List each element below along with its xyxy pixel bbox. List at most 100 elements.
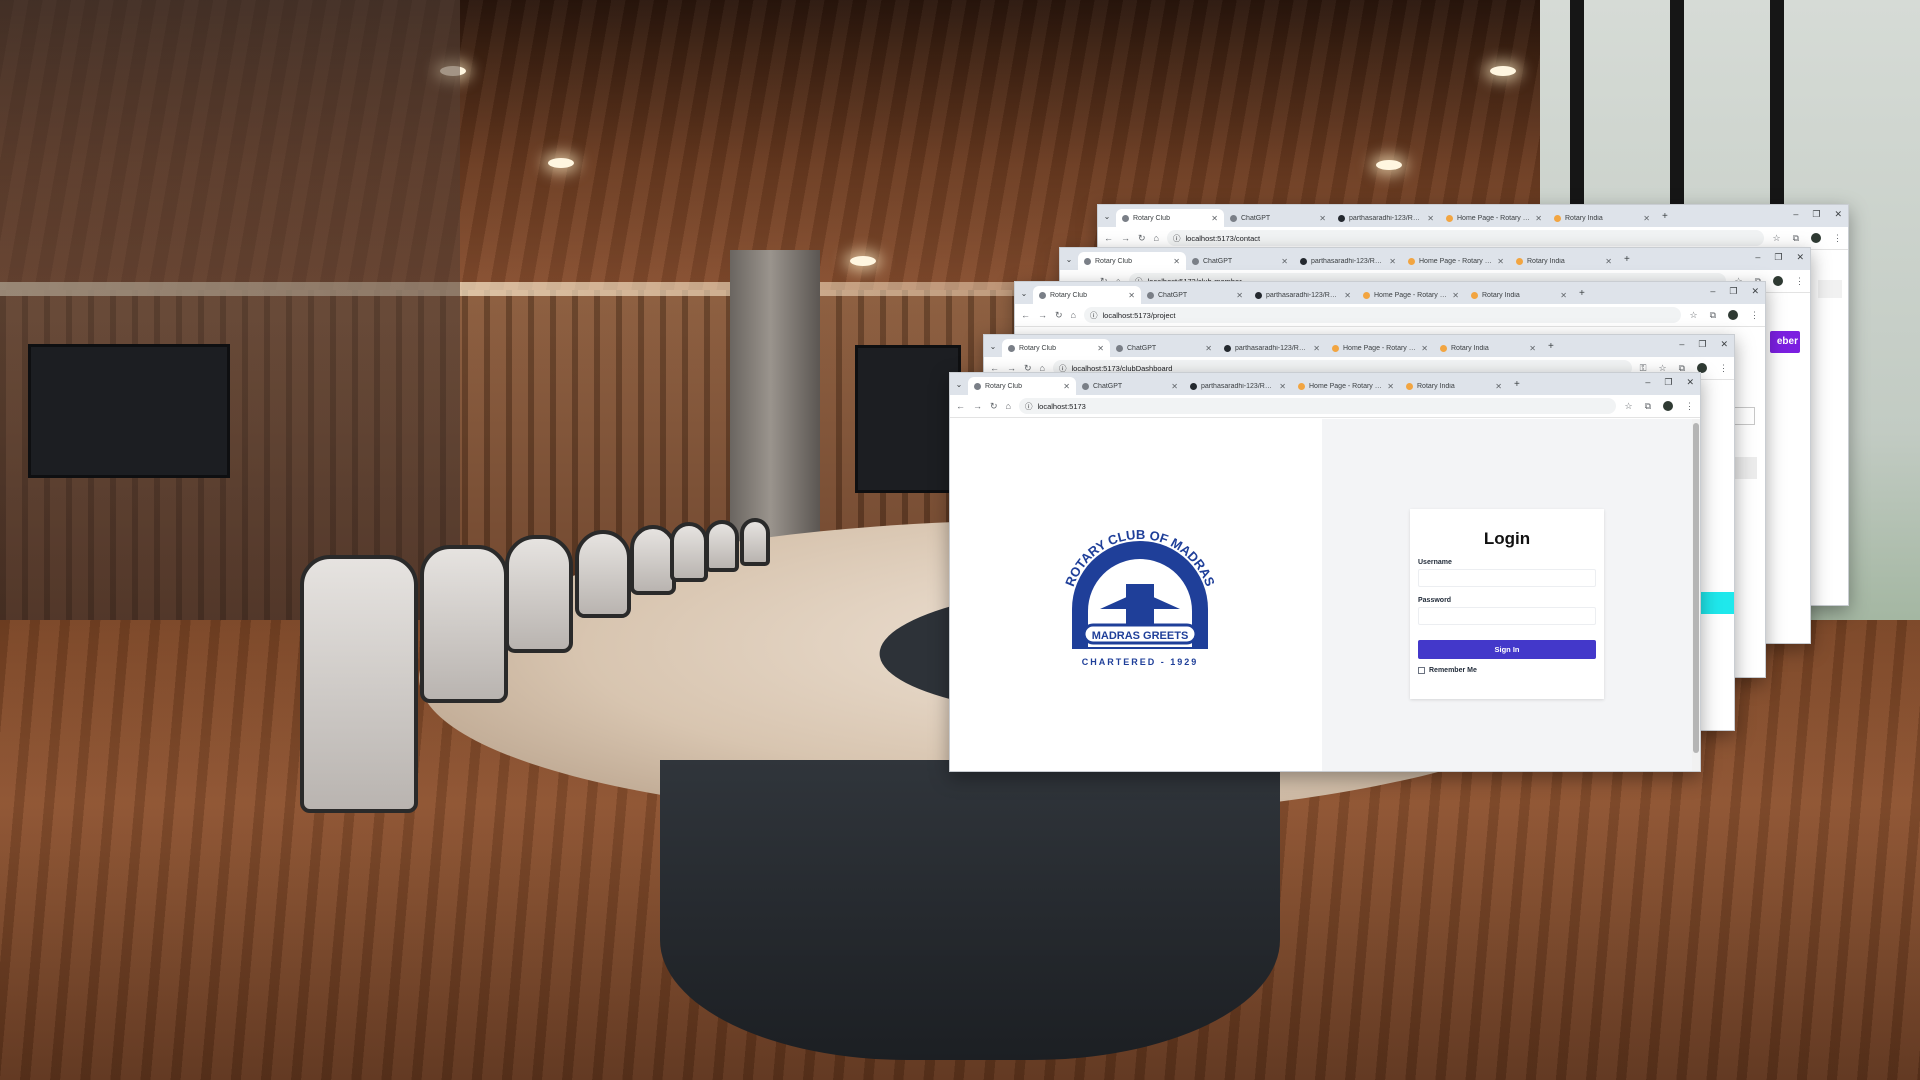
- address-bar[interactable]: ⓘ localhost:5173/project: [1083, 307, 1682, 323]
- close-icon[interactable]: ✕: [1560, 291, 1567, 300]
- kebab-icon[interactable]: ⋮: [1685, 401, 1694, 412]
- tab-github[interactable]: parthasaradhi-123/Rotary-Clu...✕: [1184, 377, 1292, 395]
- minimize-icon[interactable]: –: [1645, 377, 1650, 388]
- kebab-icon[interactable]: ⋮: [1833, 233, 1842, 244]
- tab-rotary-india[interactable]: Rotary India ✕: [1510, 252, 1618, 270]
- close-icon[interactable]: ✕: [1751, 286, 1759, 297]
- sign-in-button[interactable]: Sign In: [1418, 640, 1596, 659]
- tab-home-page[interactable]: Home Page - Rotary Club of M...✕: [1402, 252, 1510, 270]
- remember-me[interactable]: Remember Me: [1418, 667, 1604, 674]
- close-icon[interactable]: ✕: [1535, 214, 1542, 223]
- chevron-down-icon[interactable]: ⌄: [950, 380, 968, 389]
- arrow-right-icon[interactable]: →: [973, 401, 982, 411]
- chevron-down-icon[interactable]: ⌄: [1015, 289, 1033, 298]
- purple-button-fragment[interactable]: eber: [1770, 331, 1800, 353]
- puzzle-icon[interactable]: ⧉: [1793, 233, 1799, 244]
- close-icon[interactable]: ✕: [1389, 257, 1396, 266]
- minimize-icon[interactable]: –: [1679, 339, 1684, 350]
- page-scrollbar[interactable]: [1692, 419, 1700, 771]
- address-bar[interactable]: ⓘ localhost:5173/contact: [1166, 230, 1765, 246]
- tab-rotary-india[interactable]: Rotary India ✕: [1434, 339, 1542, 357]
- restore-icon[interactable]: ❐: [1774, 252, 1782, 263]
- close-icon[interactable]: ✕: [1128, 291, 1135, 300]
- home-icon[interactable]: ⌂: [1154, 233, 1159, 243]
- close-icon[interactable]: ✕: [1495, 382, 1502, 391]
- minimize-icon[interactable]: –: [1710, 286, 1715, 297]
- star-icon[interactable]: ☆: [1624, 401, 1632, 412]
- plus-icon[interactable]: +: [1573, 288, 1591, 299]
- arrow-left-icon[interactable]: ←: [1104, 233, 1113, 243]
- tab-chatgpt[interactable]: ChatGPT ✕: [1076, 377, 1184, 395]
- kebab-icon[interactable]: ⋮: [1795, 276, 1804, 287]
- arrow-left-icon[interactable]: ←: [1021, 310, 1030, 320]
- tab-home-page[interactable]: Home Page - Rotary Club of M...✕: [1440, 209, 1548, 227]
- tab-chatgpt[interactable]: ChatGPT ✕: [1224, 209, 1332, 227]
- restore-icon[interactable]: ❐: [1729, 286, 1737, 297]
- tab-chatgpt[interactable]: ChatGPT ✕: [1110, 339, 1218, 357]
- browser-window-login[interactable]: ⌄ Rotary Club ✕ ChatGPT ✕ parthasaradhi-12…: [949, 372, 1701, 772]
- close-icon[interactable]: ✕: [1452, 291, 1459, 300]
- tab-github[interactable]: parthasaradhi-123/Rotary-Clu...✕: [1218, 339, 1326, 357]
- tab-rotary-club[interactable]: Rotary Club ✕: [1033, 286, 1141, 304]
- arrow-right-icon[interactable]: →: [1121, 233, 1130, 243]
- puzzle-icon[interactable]: ⧉: [1710, 310, 1716, 321]
- plus-icon[interactable]: +: [1542, 341, 1560, 352]
- tab-rotary-club[interactable]: Rotary Club ✕: [1116, 209, 1224, 227]
- avatar[interactable]: [1728, 310, 1738, 320]
- avatar[interactable]: [1811, 233, 1821, 243]
- close-icon[interactable]: ✕: [1211, 214, 1218, 223]
- close-icon[interactable]: ✕: [1643, 214, 1650, 223]
- close-icon[interactable]: ✕: [1427, 214, 1434, 223]
- tab-github[interactable]: parthasaradhi-123/Rotary-Clu...✕: [1332, 209, 1440, 227]
- close-icon[interactable]: ✕: [1173, 257, 1180, 266]
- tab-rotary-club[interactable]: Rotary Club ✕: [968, 377, 1076, 395]
- address-bar[interactable]: ⓘ localhost:5173: [1018, 398, 1617, 414]
- tab-home-page[interactable]: Home Page - Rotary Club of M...✕: [1357, 286, 1465, 304]
- close-icon[interactable]: ✕: [1313, 344, 1320, 353]
- chevron-down-icon[interactable]: ⌄: [1060, 255, 1078, 264]
- close-icon[interactable]: ✕: [1387, 382, 1394, 391]
- avatar[interactable]: [1773, 276, 1783, 286]
- plus-icon[interactable]: +: [1618, 254, 1636, 265]
- close-icon[interactable]: ✕: [1171, 382, 1178, 391]
- close-icon[interactable]: ✕: [1279, 382, 1286, 391]
- close-icon[interactable]: ✕: [1796, 252, 1804, 263]
- tab-home-page[interactable]: Home Page - Rotary Club of M...✕: [1292, 377, 1400, 395]
- close-icon[interactable]: ✕: [1344, 291, 1351, 300]
- close-icon[interactable]: ✕: [1063, 382, 1070, 391]
- chevron-down-icon[interactable]: ⌄: [984, 342, 1002, 351]
- reload-icon[interactable]: ↻: [990, 401, 998, 412]
- tab-github[interactable]: parthasaradhi-123/Rotary-Clu...✕: [1249, 286, 1357, 304]
- info-icon[interactable]: ⓘ: [1173, 233, 1181, 244]
- minimize-icon[interactable]: –: [1793, 209, 1798, 220]
- plus-icon[interactable]: +: [1508, 379, 1526, 390]
- restore-icon[interactable]: ❐: [1698, 339, 1706, 350]
- close-icon[interactable]: ✕: [1281, 257, 1288, 266]
- scrollbar-thumb[interactable]: [1693, 423, 1699, 753]
- close-icon[interactable]: ✕: [1834, 209, 1842, 220]
- tab-chatgpt[interactable]: ChatGPT ✕: [1186, 252, 1294, 270]
- home-icon[interactable]: ⌂: [1006, 401, 1011, 411]
- tab-rotary-club[interactable]: Rotary Club ✕: [1002, 339, 1110, 357]
- tab-github[interactable]: parthasaradhi-123/Rotary-Clu...✕: [1294, 252, 1402, 270]
- arrow-right-icon[interactable]: →: [1038, 310, 1047, 320]
- avatar[interactable]: [1663, 401, 1673, 411]
- close-icon[interactable]: ✕: [1529, 344, 1536, 353]
- reload-icon[interactable]: ↻: [1055, 310, 1063, 321]
- puzzle-icon[interactable]: ⧉: [1645, 401, 1651, 412]
- tab-rotary-club[interactable]: Rotary Club ✕: [1078, 252, 1186, 270]
- tab-chatgpt[interactable]: ChatGPT ✕: [1141, 286, 1249, 304]
- plus-icon[interactable]: +: [1656, 211, 1674, 222]
- info-icon[interactable]: ⓘ: [1025, 401, 1033, 412]
- star-icon[interactable]: ☆: [1772, 233, 1780, 244]
- tab-home-page[interactable]: Home Page - Rotary Club of M...✕: [1326, 339, 1434, 357]
- close-icon[interactable]: ✕: [1497, 257, 1504, 266]
- star-icon[interactable]: ☆: [1689, 310, 1697, 321]
- info-icon[interactable]: ⓘ: [1090, 310, 1098, 321]
- close-icon[interactable]: ✕: [1097, 344, 1104, 353]
- restore-icon[interactable]: ❐: [1664, 377, 1672, 388]
- close-icon[interactable]: ✕: [1205, 344, 1212, 353]
- close-icon[interactable]: ✕: [1720, 339, 1728, 350]
- close-icon[interactable]: ✕: [1236, 291, 1243, 300]
- kebab-icon[interactable]: ⋮: [1750, 310, 1759, 321]
